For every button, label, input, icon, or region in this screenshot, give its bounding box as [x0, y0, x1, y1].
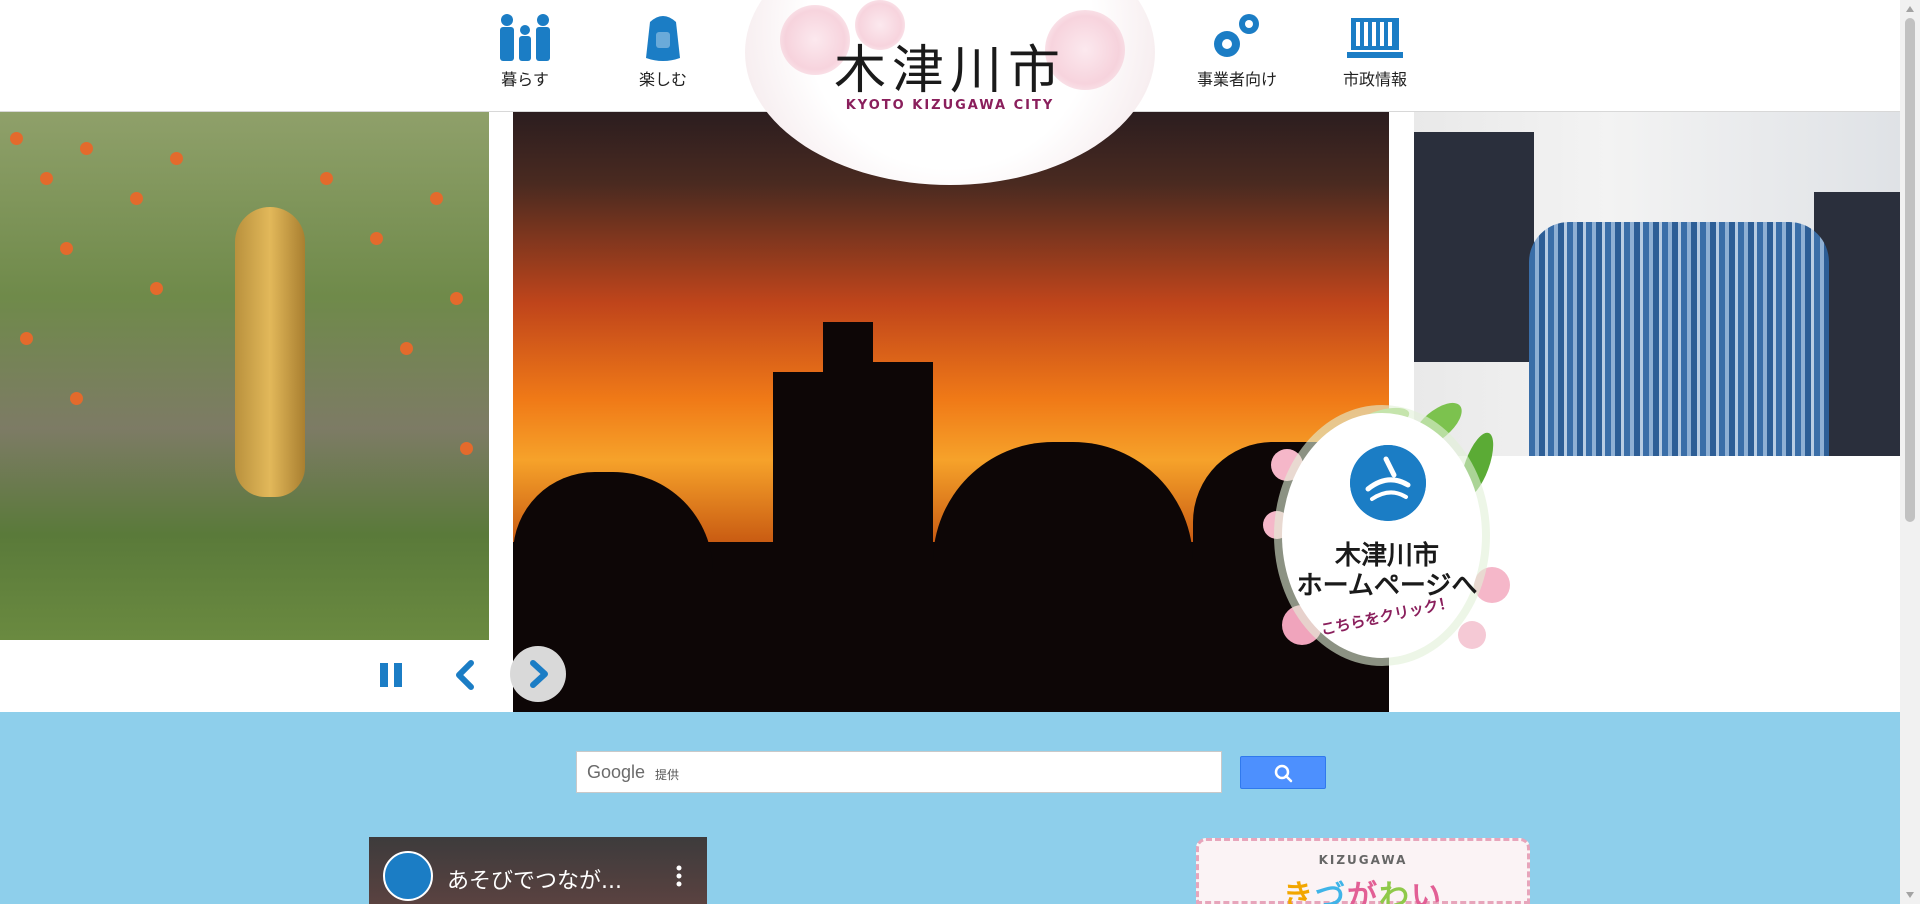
persimmon — [170, 152, 183, 165]
persimmon — [370, 232, 383, 245]
banner-char: づ — [1315, 879, 1347, 904]
logo-subtitle: KYOTO KIZUGAWA CITY — [845, 98, 1055, 113]
persimmon — [80, 142, 93, 155]
vertical-scrollbar[interactable] — [1900, 0, 1920, 904]
nav-item-business[interactable]: 事業者向け — [1187, 12, 1287, 90]
kizugawa-kawaii-banner[interactable]: KIZUGAWA きづがわい — [1196, 838, 1530, 904]
persimmon — [70, 392, 83, 405]
search-input[interactable]: Google 提供 — [576, 751, 1222, 793]
banner-char: い — [1411, 879, 1443, 904]
silhouette-trees — [513, 472, 713, 572]
banner-char: が — [1347, 879, 1379, 904]
city-emblem-icon — [1350, 445, 1426, 521]
banner-small-text: KIZUGAWA — [1318, 853, 1408, 867]
pause-button[interactable] — [372, 655, 412, 695]
homepage-link-badge[interactable]: 木津川市 ホームページへ こちらをクリック！ — [1262, 395, 1512, 685]
search-provided-label: 提供 — [655, 768, 680, 782]
search-icon — [1274, 764, 1293, 783]
channel-avatar[interactable] — [383, 851, 433, 901]
banner-char: き — [1283, 879, 1315, 904]
nav-label: 楽しむ — [638, 70, 687, 89]
persimmon — [60, 242, 73, 255]
page: 暮らす 楽しむ 事業者向け 市政情報 木津川市 KYOTO KIZUGAWA C… — [0, 0, 1920, 904]
scroll-down-icon[interactable] — [1905, 890, 1915, 900]
persimmon — [430, 192, 443, 205]
more-options-icon[interactable] — [669, 861, 689, 891]
silhouette-trees — [933, 442, 1193, 572]
nav-label: 市政情報 — [1342, 70, 1407, 89]
silhouette-building — [873, 362, 933, 572]
persimmon — [320, 172, 333, 185]
persimmon — [400, 342, 413, 355]
persimmon — [460, 442, 473, 455]
next-button[interactable] — [510, 646, 566, 702]
nav-item-city-info[interactable]: 市政情報 — [1325, 12, 1425, 90]
nav-label: 暮らす — [501, 70, 549, 89]
search-brand-label: Google — [587, 762, 646, 782]
video-embed[interactable]: あそびでつなが... — [369, 837, 707, 904]
persimmon — [130, 192, 143, 205]
slide-image-sunset — [513, 112, 1389, 712]
scrollbar-thumb[interactable] — [1905, 18, 1915, 522]
previous-button[interactable] — [445, 655, 485, 695]
monkey-ornament — [235, 207, 305, 497]
persimmon — [450, 292, 463, 305]
silhouette-building — [823, 322, 873, 572]
search-button[interactable] — [1240, 756, 1326, 789]
family-icon — [500, 14, 550, 61]
backpack-icon — [646, 16, 680, 61]
nav-label: 事業者向け — [1196, 70, 1277, 89]
banner-char: わ — [1379, 879, 1411, 904]
persimmon — [40, 172, 53, 185]
city-building-icon — [1347, 18, 1403, 58]
nav-item-living[interactable]: 暮らす — [475, 12, 575, 90]
jacket-display — [1529, 222, 1829, 456]
chevron-right-icon — [530, 660, 548, 688]
content-section — [0, 712, 1900, 904]
logo-title: 木津川市 — [833, 41, 1066, 101]
persimmon — [150, 282, 163, 295]
persimmon — [20, 332, 33, 345]
banner-big-text: きづがわい — [1199, 871, 1527, 904]
gears-icon — [1214, 14, 1259, 57]
nav-item-enjoy[interactable]: 楽しむ — [613, 12, 713, 90]
scroll-up-icon[interactable] — [1905, 4, 1915, 14]
persimmon — [10, 132, 23, 145]
kimono-display — [1414, 132, 1534, 362]
slide-image-persimmon — [0, 112, 489, 640]
video-title[interactable]: あそびでつなが... — [447, 863, 622, 895]
